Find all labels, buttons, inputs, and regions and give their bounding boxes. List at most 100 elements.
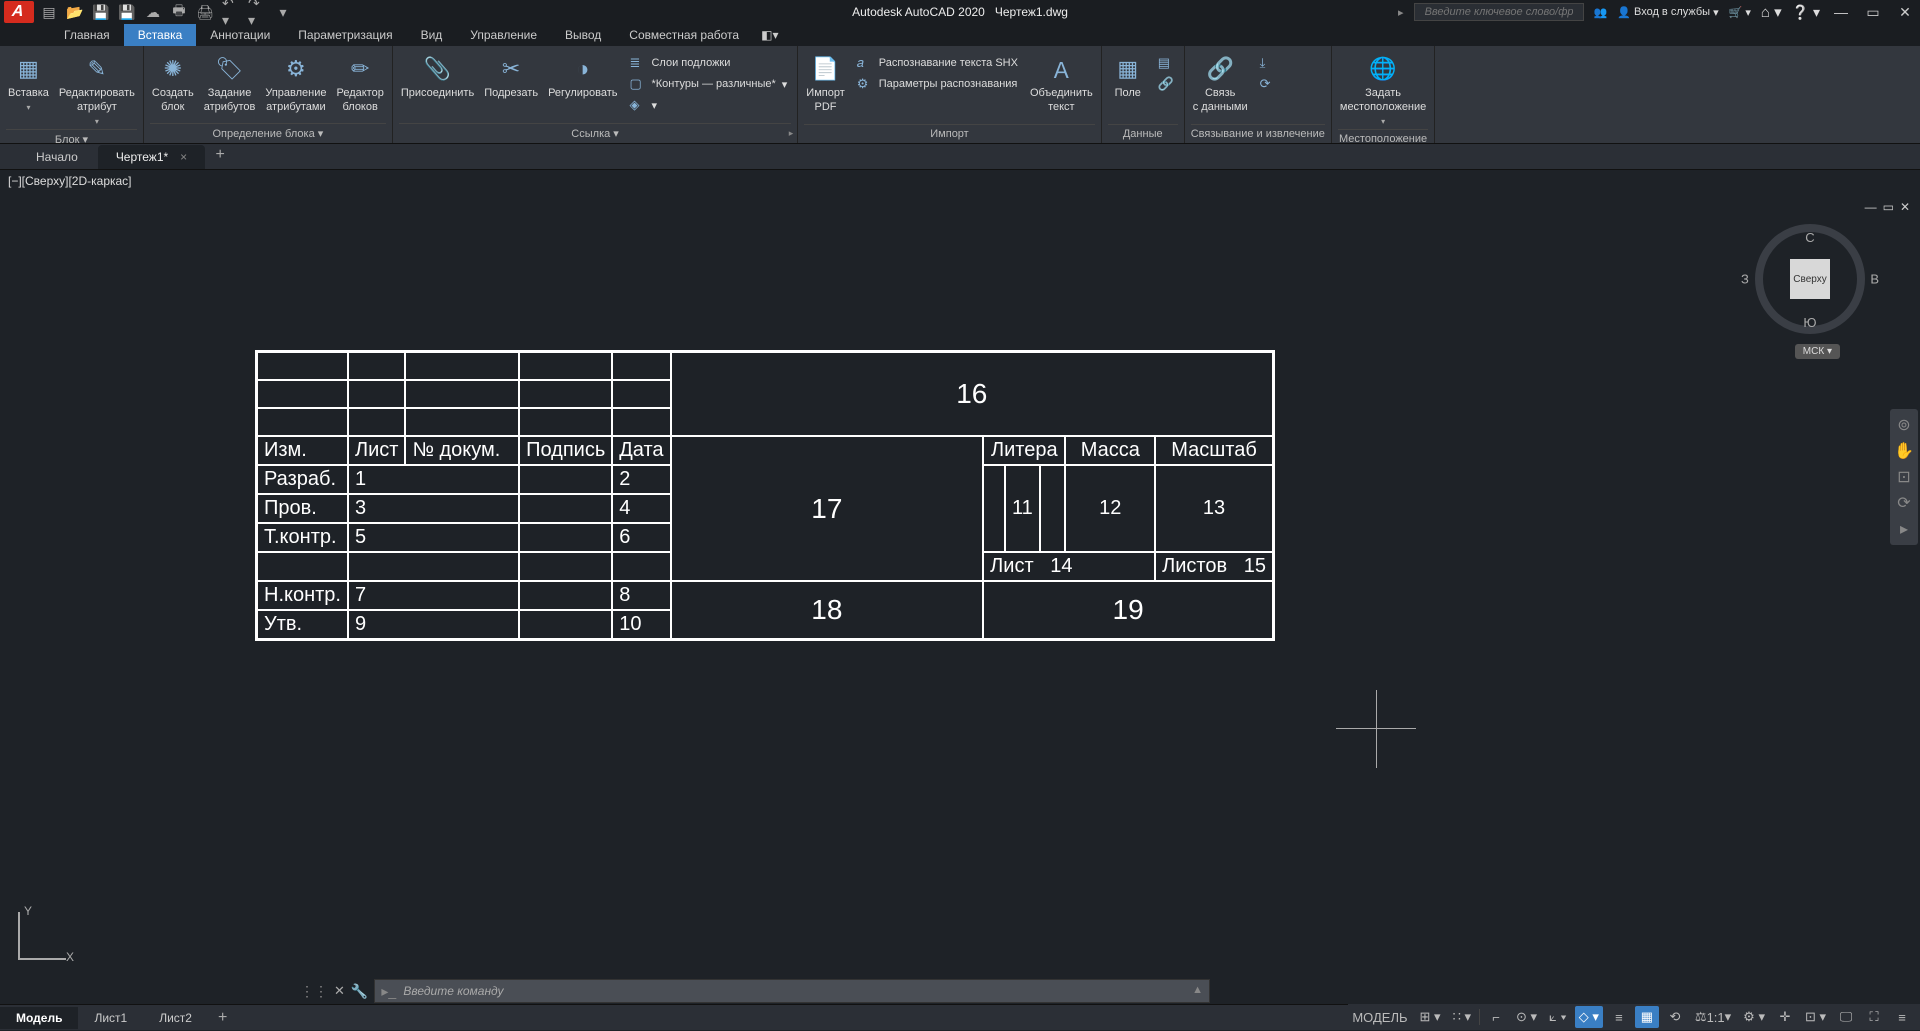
sb-monitor-icon[interactable]: 🖵 [1834,1006,1858,1028]
file-tab-start[interactable]: Начало [18,145,96,169]
hyperlink-button[interactable]: 🔗 [1154,75,1178,93]
saveas-icon[interactable]: 💾 [118,3,136,21]
ribbon-tab-view[interactable]: Вид [407,24,457,46]
sb-cycling-icon[interactable]: ⟲ [1663,1006,1687,1028]
cmd-history-icon[interactable]: ▲ [1192,984,1203,996]
orbit-icon[interactable]: ⟳ [1897,493,1910,513]
sb-transparency-icon[interactable]: ▦ [1635,1006,1659,1028]
viewport-label[interactable]: [−][Сверху][2D-каркас] [0,170,1920,192]
ribbon-tab-param[interactable]: Параметризация [284,24,406,46]
xref-snap-button[interactable]: ◈▾ [625,96,791,114]
shx-recognize-button[interactable]: 𝑎Распознавание текста SHX [853,54,1022,72]
sb-annoscale-icon[interactable]: ⚖ 1:1 ▾ [1691,1006,1735,1028]
a360-icon[interactable]: ⌂ ▾ [1761,3,1782,21]
layout-tab-1[interactable]: Лист1 [78,1007,143,1029]
web-save-icon[interactable]: ☁ [144,3,162,21]
zoom-extents-icon[interactable]: ⊡ [1897,467,1910,487]
panel-title-reference[interactable]: Ссылка ▾ [399,123,791,143]
sb-annoauto-icon[interactable]: ✛ [1773,1006,1797,1028]
sb-workspace-icon[interactable]: ⊡ ▾ [1801,1006,1830,1028]
sb-lineweight-icon[interactable]: ≡ [1607,1006,1631,1028]
panel-title-data[interactable]: Данные [1108,124,1178,143]
wcs-dropdown[interactable]: МСК ▾ [1795,344,1840,359]
set-location-button[interactable]: 🌐Задать местоположение▾ [1338,50,1428,129]
layout-add-button[interactable]: + [208,1005,237,1031]
print-icon[interactable]: 🖨 [196,3,214,21]
app-logo[interactable]: A [4,1,34,23]
close-button[interactable]: ✕ [1894,2,1916,22]
view-max-icon[interactable]: ▭ [1883,200,1894,214]
manage-attr-button[interactable]: ⚙Управление атрибутами [263,50,328,118]
ribbon-tab-home[interactable]: Главная [50,24,124,46]
panel-title-location[interactable]: Местоположение [1338,129,1428,148]
recognition-params-button[interactable]: ⚙Параметры распознавания [853,75,1022,93]
layout-tab-model[interactable]: Модель [0,1007,78,1029]
ribbon-tab-annotate[interactable]: Аннотации [196,24,284,46]
sb-cleanscreen-icon[interactable]: ⛶ [1862,1006,1886,1028]
cmd-settings-icon[interactable]: 🔧 [351,983,368,1000]
layout-tab-2[interactable]: Лист2 [143,1007,208,1029]
minimize-button[interactable]: — [1830,2,1852,22]
showmotion-icon[interactable]: ▸ [1900,519,1908,539]
create-block-button[interactable]: ✺Создать блок [150,50,196,118]
new-tab-button[interactable]: + [207,141,233,169]
cmd-drag-handle-icon[interactable]: ⋮⋮ [300,983,328,1000]
panel-title-import[interactable]: Импорт [804,124,1094,143]
new-icon[interactable]: ▤ [40,3,58,21]
ribbon-tab-featured[interactable]: ◧▾ [753,24,786,46]
clip-button[interactable]: ✂Подрезать [482,50,540,104]
import-pdf-button[interactable]: 📄Импорт PDF [804,50,846,118]
combine-text-button[interactable]: ＡОбъединить текст [1028,50,1095,118]
search-input[interactable] [1414,3,1584,21]
ribbon-tab-collab[interactable]: Совместная работа [615,24,753,46]
field-button[interactable]: ▦Поле [1108,50,1148,104]
sb-osnap-icon[interactable]: ◇ ▾ [1575,1006,1603,1028]
block-editor-button[interactable]: ✏Редактор блоков [334,50,385,118]
view-close-icon[interactable]: ✕ [1900,200,1910,214]
viewcube[interactable]: Сверху С Ю З В [1755,224,1865,334]
ucs-icon[interactable]: Y X [10,908,70,968]
edit-attribute-button[interactable]: ✎Редактировать атрибут▾ [57,50,137,129]
sb-modelspace[interactable]: МОДЕЛЬ [1348,1006,1411,1028]
save-icon[interactable]: 💾 [92,3,110,21]
command-input[interactable]: ▸_ Введите команду ▲ [374,979,1210,1003]
plot-icon[interactable]: 🖶 [170,3,188,21]
ribbon-tab-manage[interactable]: Управление [456,24,551,46]
sb-polar-icon[interactable]: ⊙ ▾ [1512,1006,1541,1028]
data-link-button[interactable]: 🔗Связь с данными [1191,50,1250,118]
viewcube-south[interactable]: Ю [1803,315,1816,330]
sb-isoplane-icon[interactable]: ⟀ ▾ [1545,1006,1571,1028]
sb-ortho-icon[interactable]: ⌐ [1484,1006,1508,1028]
login-button[interactable]: 👤 Вход в службы ▾ [1617,6,1718,19]
open-icon[interactable]: 📂 [66,3,84,21]
qat-dropdown-icon[interactable]: ▾ [274,3,292,21]
ribbon-tab-insert[interactable]: Вставка [124,24,197,46]
adjust-button[interactable]: ◑Регулировать [546,50,619,104]
file-tab-current[interactable]: Чертеж1*× [98,145,205,169]
steering-wheel-icon[interactable]: ⊚ [1897,415,1910,435]
panel-title-blockdef[interactable]: Определение блока ▾ [150,123,386,143]
define-attr-button[interactable]: 🏷Задание атрибутов [202,50,258,118]
sb-grid-icon[interactable]: ⊞ ▾ [1416,1006,1445,1028]
update-link-button[interactable]: ⟳ [1256,75,1280,93]
redo-icon[interactable]: ↷ ▾ [248,3,266,21]
cart-icon[interactable]: 🛒 ▾ [1729,6,1751,19]
sb-custom-icon[interactable]: ≡ [1890,1006,1914,1028]
drawing-canvas[interactable]: — ▭ ✕ Сверху С Ю З В МСК ▾ ⊚ ✋ ⊡ ⟳ ▸ 16 … [0,194,1920,978]
view-min-icon[interactable]: — [1865,200,1877,214]
undo-icon[interactable]: ↶ ▾ [222,3,240,21]
cmd-close-icon[interactable]: ✕ [334,983,345,999]
underlay-layers-button[interactable]: ≣Слои подложки [625,54,791,72]
pan-icon[interactable]: ✋ [1894,441,1914,461]
viewcube-west[interactable]: З [1741,272,1749,287]
sb-annovis-icon[interactable]: ⚙ ▾ [1739,1006,1769,1028]
infocenter-icon[interactable]: 👥 [1594,6,1608,19]
panel-title-link[interactable]: Связывание и извлечение [1191,124,1325,143]
help-icon[interactable]: ❔ ▾ [1792,4,1820,21]
close-tab-icon[interactable]: × [180,150,187,164]
attach-button[interactable]: 📎Присоединить [399,50,476,104]
frames-button[interactable]: ▢*Контуры — различные* ▾ [625,75,791,93]
insert-block-button[interactable]: ▦Вставка▾ [6,50,51,115]
ribbon-tab-output[interactable]: Вывод [551,24,615,46]
ole-button[interactable]: ▤ [1154,54,1178,72]
